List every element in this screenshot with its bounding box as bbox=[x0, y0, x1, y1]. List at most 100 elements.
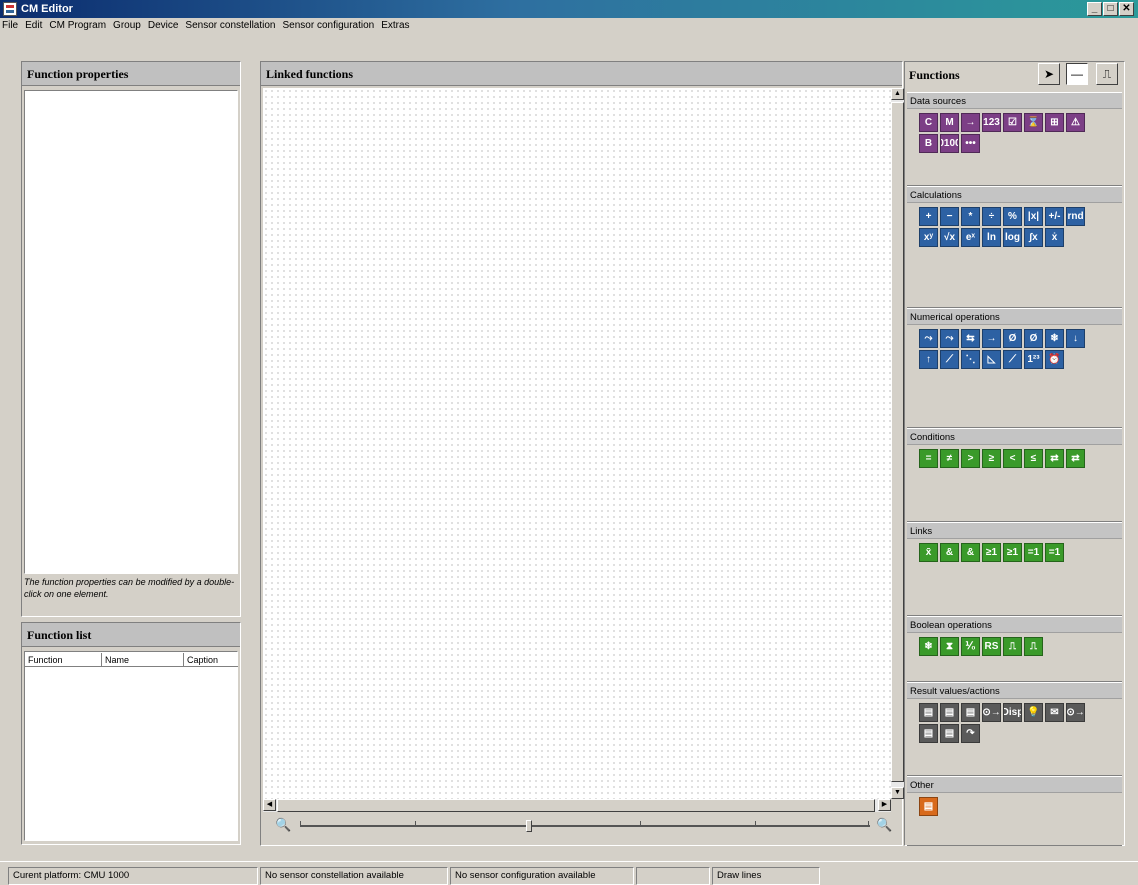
minimize-button[interactable]: _ bbox=[1087, 2, 1102, 16]
function-icon[interactable]: ↷ bbox=[961, 724, 980, 743]
function-icon[interactable]: eˣ bbox=[961, 228, 980, 247]
maximize-button[interactable]: □ bbox=[1103, 2, 1118, 16]
function-icon[interactable]: + bbox=[919, 207, 938, 226]
function-icon[interactable]: ⏰ bbox=[1045, 350, 1064, 369]
function-icon[interactable]: Ø bbox=[1024, 329, 1043, 348]
function-icon[interactable]: ↓ bbox=[1066, 329, 1085, 348]
line-tool-button[interactable]: — bbox=[1066, 63, 1088, 85]
function-icon[interactable]: ↑ bbox=[919, 350, 938, 369]
function-icon[interactable]: > bbox=[961, 449, 980, 468]
function-icon[interactable]: ∫x bbox=[1024, 228, 1043, 247]
function-properties-area[interactable] bbox=[24, 90, 238, 574]
zoom-thumb[interactable] bbox=[526, 820, 532, 832]
menu-cm-program[interactable]: CM Program bbox=[49, 18, 106, 33]
function-icon[interactable]: M bbox=[940, 113, 959, 132]
menu-extras[interactable]: Extras bbox=[381, 18, 409, 33]
function-icon[interactable]: ≤ bbox=[1024, 449, 1043, 468]
zoom-in-icon[interactable]: 🔍 bbox=[876, 817, 892, 833]
menu-group[interactable]: Group bbox=[113, 18, 141, 33]
function-icon[interactable]: ✉ bbox=[1045, 703, 1064, 722]
function-icon[interactable]: B bbox=[919, 134, 938, 153]
function-icon[interactable]: ⤳ bbox=[919, 329, 938, 348]
menu-edit[interactable]: Edit bbox=[25, 18, 42, 33]
function-icon[interactable]: ⟋ bbox=[940, 350, 959, 369]
function-icon[interactable]: & bbox=[940, 543, 959, 562]
function-icon[interactable]: ⌛ bbox=[1024, 113, 1043, 132]
function-icon[interactable]: ▤ bbox=[919, 703, 938, 722]
pointer-tool-button[interactable]: ➤ bbox=[1038, 63, 1060, 85]
function-icon[interactable]: ⧗ bbox=[940, 637, 959, 656]
function-icon[interactable]: ⇆ bbox=[961, 329, 980, 348]
function-icon[interactable]: RS bbox=[982, 637, 1001, 656]
function-icon[interactable]: ❄ bbox=[919, 637, 938, 656]
function-icon[interactable]: ▤ bbox=[919, 724, 938, 743]
function-icon[interactable]: ⊙→ bbox=[1066, 703, 1085, 722]
scroll-right-button[interactable]: ▶ bbox=[878, 799, 891, 811]
function-icon[interactable]: ▤ bbox=[940, 724, 959, 743]
function-icon[interactable]: − bbox=[940, 207, 959, 226]
function-icon[interactable]: ▤ bbox=[961, 703, 980, 722]
vertical-scroll-thumb[interactable] bbox=[891, 102, 904, 782]
function-icon[interactable]: C bbox=[919, 113, 938, 132]
function-icon[interactable]: ⎍ bbox=[1024, 637, 1043, 656]
function-icon[interactable]: ⊞ bbox=[1045, 113, 1064, 132]
function-icon[interactable]: ln bbox=[982, 228, 1001, 247]
function-icon[interactable]: ≥1 bbox=[1003, 543, 1022, 562]
function-icon[interactable]: |x| bbox=[1024, 207, 1043, 226]
function-icon[interactable]: ≠ bbox=[940, 449, 959, 468]
function-icon[interactable]: Ø bbox=[1003, 329, 1022, 348]
function-icon[interactable]: 0100 bbox=[940, 134, 959, 153]
column-function[interactable]: Function bbox=[25, 653, 102, 667]
function-icon[interactable]: ⋱ bbox=[961, 350, 980, 369]
function-icon[interactable]: ▤ bbox=[940, 703, 959, 722]
function-icon[interactable]: =1 bbox=[1045, 543, 1064, 562]
zoom-out-icon[interactable]: 🔍 bbox=[275, 817, 291, 833]
function-icon[interactable]: ≥ bbox=[982, 449, 1001, 468]
function-icon[interactable]: ẋ bbox=[1045, 228, 1064, 247]
menu-device[interactable]: Device bbox=[148, 18, 179, 33]
horizontal-scroll-thumb[interactable] bbox=[277, 799, 875, 812]
function-icon[interactable]: ••• bbox=[961, 134, 980, 153]
scroll-left-button[interactable]: ◀ bbox=[263, 799, 276, 811]
scroll-down-button[interactable]: ▼ bbox=[891, 787, 904, 799]
function-icon[interactable]: < bbox=[1003, 449, 1022, 468]
function-icon[interactable]: rnd bbox=[1066, 207, 1085, 226]
column-name[interactable]: Name bbox=[102, 653, 184, 667]
scroll-up-button[interactable]: ▲ bbox=[891, 88, 904, 100]
function-icon[interactable]: ⚠ bbox=[1066, 113, 1085, 132]
function-icon[interactable]: 💡 bbox=[1024, 703, 1043, 722]
function-icon[interactable]: & bbox=[961, 543, 980, 562]
function-icon[interactable]: ▤ bbox=[919, 797, 938, 816]
zoom-slider[interactable]: 🔍 🔍 bbox=[270, 816, 895, 836]
function-icon[interactable]: ⊙→ bbox=[982, 703, 1001, 722]
function-icon[interactable]: ⟋ bbox=[1003, 350, 1022, 369]
function-icon[interactable]: log bbox=[1003, 228, 1022, 247]
function-icon[interactable]: 1²³ bbox=[1024, 350, 1043, 369]
function-icon[interactable]: * bbox=[961, 207, 980, 226]
menu-file[interactable]: File bbox=[2, 18, 18, 33]
function-icon[interactable]: ÷ bbox=[982, 207, 1001, 226]
zoom-track[interactable] bbox=[300, 825, 870, 827]
function-icon[interactable]: Disp bbox=[1003, 703, 1022, 722]
function-icon[interactable]: ◺ bbox=[982, 350, 1001, 369]
function-icon[interactable]: ⇄ bbox=[1066, 449, 1085, 468]
menu-sensor-configuration[interactable]: Sensor configuration bbox=[282, 18, 374, 33]
close-button[interactable]: ✕ bbox=[1119, 2, 1134, 16]
function-icon[interactable]: √x bbox=[940, 228, 959, 247]
vertical-scrollbar[interactable]: ▲ ▼ bbox=[891, 88, 904, 799]
linked-functions-canvas[interactable] bbox=[263, 88, 891, 799]
function-icon[interactable]: x̄ bbox=[919, 543, 938, 562]
horizontal-scrollbar[interactable]: ◀ ▶ bbox=[263, 799, 891, 812]
function-icon[interactable]: → bbox=[982, 329, 1001, 348]
function-list-table[interactable] bbox=[24, 651, 238, 841]
function-icon[interactable]: = bbox=[919, 449, 938, 468]
function-icon[interactable]: % bbox=[1003, 207, 1022, 226]
function-icon[interactable]: ≥1 bbox=[982, 543, 1001, 562]
column-caption[interactable]: Caption bbox=[184, 653, 238, 667]
function-icon[interactable]: +/- bbox=[1045, 207, 1064, 226]
function-icon[interactable]: =1 bbox=[1024, 543, 1043, 562]
function-icon[interactable]: ⅟₀ bbox=[961, 637, 980, 656]
function-icon[interactable]: ❄ bbox=[1045, 329, 1064, 348]
function-icon[interactable]: xʸ bbox=[919, 228, 938, 247]
function-icon[interactable]: ☑ bbox=[1003, 113, 1022, 132]
